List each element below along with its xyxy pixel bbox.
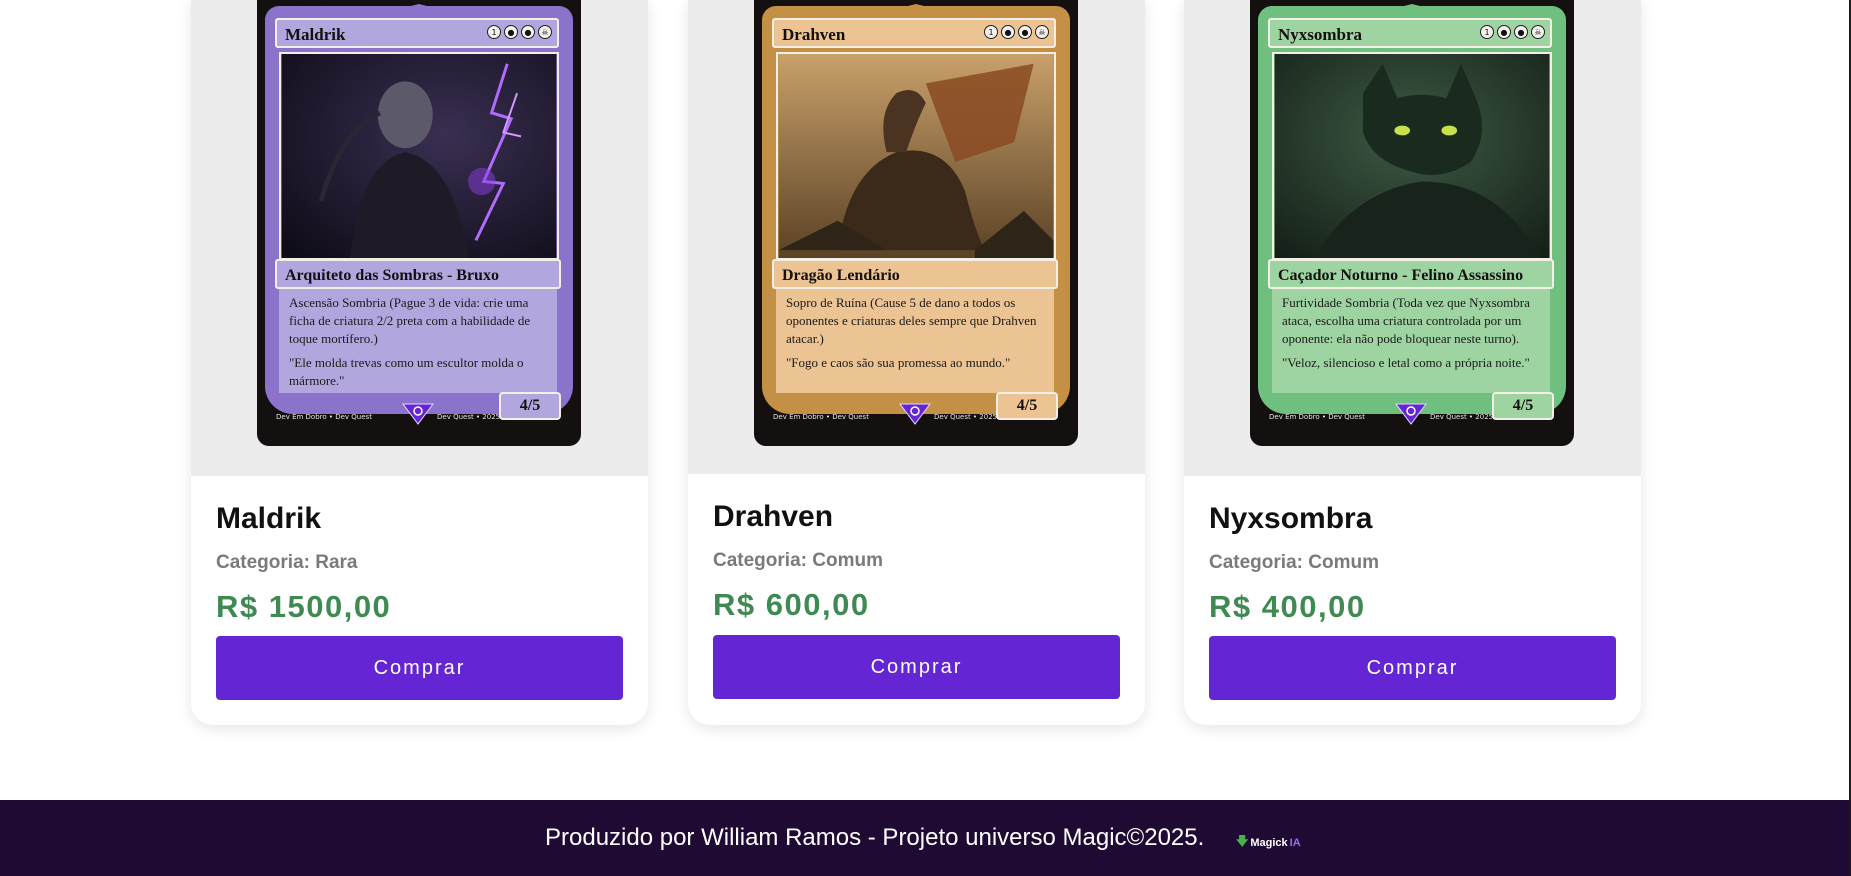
- magickia-logo: 🡇 Magick IA: [1236, 832, 1301, 853]
- mana-skull-icon: ☠: [1035, 25, 1049, 39]
- card-art-dragon: [776, 52, 1056, 260]
- logo-suffix: IA: [1289, 836, 1301, 849]
- product-grid: Maldrik 1 ● ● ☠ Arquiteto das Sombras - …: [0, 0, 1851, 730]
- card-credit-left: Dev Em Dobro • Dev Quest: [773, 413, 869, 421]
- arrow-down-icon: 🡇: [1236, 834, 1249, 848]
- footer-credits: Produzido por William Ramos - Projeto un…: [545, 824, 1205, 851]
- card-name-bar: Nyxsombra 1 ● ● ☠: [1268, 18, 1552, 48]
- product-card-drahven: Drahven 1 ● ● ☠ Dragão Lendário Sopro de…: [688, 0, 1145, 725]
- product-category: Categoria: Comum: [713, 550, 883, 571]
- card-flavor-text: "Ele molda trevas como um escultor molda…: [289, 355, 524, 388]
- product-card-maldrik: Maldrik 1 ● ● ☠ Arquiteto das Sombras - …: [191, 0, 648, 725]
- card-flavor-text: "Veloz, silencioso e letal como a própri…: [1282, 355, 1530, 370]
- card-power-toughness: 4/5: [1492, 392, 1554, 420]
- card-credit-right: Dev Quest • 2025: [437, 413, 501, 421]
- product-category: Categoria: Comum: [1209, 552, 1379, 573]
- mana-cost: 1 ● ● ☠: [1480, 25, 1545, 39]
- page: Maldrik 1 ● ● ☠ Arquiteto das Sombras - …: [0, 0, 1851, 876]
- card-text-box: Ascensão Sombria (Pague 3 de vida: crie …: [279, 289, 557, 393]
- card-type-line: Arquiteto das Sombras - Bruxo: [275, 259, 561, 289]
- card-credit-right: Dev Quest • 2025: [934, 413, 998, 421]
- product-price: R$ 400,00: [1209, 589, 1366, 624]
- card-name-bar: Drahven 1 ● ● ☠: [772, 18, 1056, 48]
- card-rules-text: Sopro de Ruína (Cause 5 de dano a todos …: [786, 295, 1037, 346]
- product-title: Maldrik: [216, 502, 322, 535]
- product-image: Drahven 1 ● ● ☠ Dragão Lendário Sopro de…: [688, 0, 1145, 474]
- product-title: Drahven: [713, 500, 834, 533]
- mana-drop-icon: ●: [504, 25, 518, 39]
- product-category: Categoria: Rara: [216, 552, 358, 573]
- card-name-bar: Maldrik 1 ● ● ☠: [275, 18, 559, 48]
- card-text-box: Furtividade Sombria (Toda vez que Nyxsom…: [1272, 289, 1550, 393]
- set-symbol-icon: [1395, 403, 1427, 425]
- buy-button[interactable]: Comprar: [1209, 636, 1616, 700]
- magic-card-nyxsombra: Nyxsombra 1 ● ● ☠ Caçador Noturno - Feli…: [1250, 0, 1574, 446]
- card-type-line: Caçador Noturno - Felino Assassino: [1268, 259, 1554, 289]
- card-art-panther: [1272, 52, 1552, 260]
- warlock-illustration: [281, 54, 557, 258]
- mana-cost: 1 ● ● ☠: [487, 25, 552, 39]
- mana-drop-icon: ●: [1514, 25, 1528, 39]
- magic-card-drahven: Drahven 1 ● ● ☠ Dragão Lendário Sopro de…: [754, 0, 1078, 446]
- mana-drop-icon: ●: [1018, 25, 1032, 39]
- set-symbol-icon: [402, 403, 434, 425]
- product-image: Maldrik 1 ● ● ☠ Arquiteto das Sombras - …: [191, 0, 648, 476]
- mana-cost: 1 ● ● ☠: [984, 25, 1049, 39]
- mana-skull-icon: ☠: [1531, 25, 1545, 39]
- site-footer: Produzido por William Ramos - Projeto un…: [0, 800, 1849, 876]
- buy-button[interactable]: Comprar: [216, 636, 623, 700]
- card-flavor-text: "Fogo e caos são sua promessa ao mundo.": [786, 355, 1011, 370]
- card-text-box: Sopro de Ruína (Cause 5 de dano a todos …: [776, 289, 1054, 393]
- product-image: Nyxsombra 1 ● ● ☠ Caçador Noturno - Feli…: [1184, 0, 1641, 476]
- card-type-line: Dragão Lendário: [772, 259, 1058, 289]
- product-card-nyxsombra: Nyxsombra 1 ● ● ☠ Caçador Noturno - Feli…: [1184, 0, 1641, 725]
- card-power-toughness: 4/5: [499, 392, 561, 420]
- card-credit-right: Dev Quest • 2025: [1430, 413, 1494, 421]
- mana-generic-icon: 1: [487, 25, 501, 39]
- card-credit-left: Dev Em Dobro • Dev Quest: [1269, 413, 1365, 421]
- dragon-illustration: [778, 54, 1054, 258]
- product-price: R$ 600,00: [713, 587, 870, 622]
- panther-illustration: [1274, 54, 1550, 258]
- product-title: Nyxsombra: [1209, 502, 1373, 535]
- card-name: Maldrik: [285, 25, 346, 44]
- mana-skull-icon: ☠: [538, 25, 552, 39]
- logo-word: Magick: [1250, 836, 1288, 849]
- mana-drop-icon: ●: [1001, 25, 1015, 39]
- card-rules-text: Furtividade Sombria (Toda vez que Nyxsom…: [1282, 295, 1530, 346]
- card-name: Nyxsombra: [1278, 25, 1363, 44]
- product-price: R$ 1500,00: [216, 589, 392, 624]
- card-credit-left: Dev Em Dobro • Dev Quest: [276, 413, 372, 421]
- mana-drop-icon: ●: [521, 25, 535, 39]
- mana-generic-icon: 1: [984, 25, 998, 39]
- mana-generic-icon: 1: [1480, 25, 1494, 39]
- card-name: Drahven: [782, 25, 846, 44]
- magic-card-maldrik: Maldrik 1 ● ● ☠ Arquiteto das Sombras - …: [257, 0, 581, 446]
- mana-drop-icon: ●: [1497, 25, 1511, 39]
- buy-button[interactable]: Comprar: [713, 635, 1120, 699]
- card-power-toughness: 4/5: [996, 392, 1058, 420]
- card-art-warlock: [279, 52, 559, 260]
- card-rules-text: Ascensão Sombria (Pague 3 de vida: crie …: [289, 295, 531, 346]
- set-symbol-icon: [899, 403, 931, 425]
